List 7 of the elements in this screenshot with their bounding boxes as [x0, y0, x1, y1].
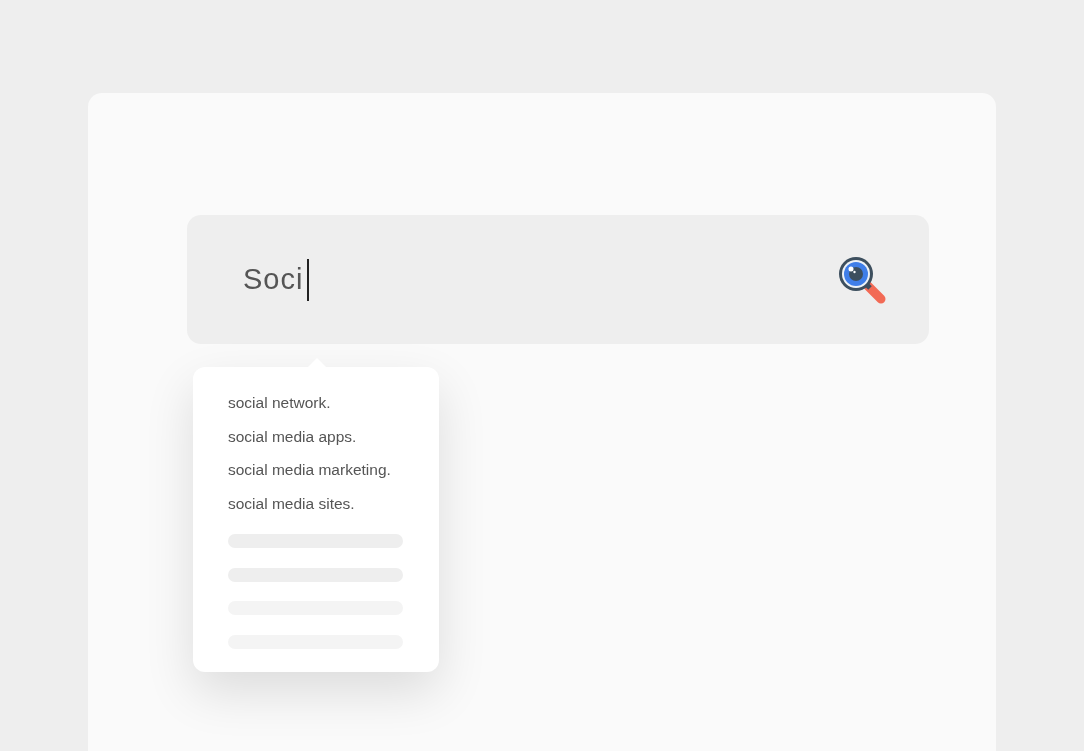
search-icon[interactable]: [837, 254, 887, 305]
suggestion-item[interactable]: social network.: [228, 391, 439, 425]
search-field[interactable]: Soci: [187, 215, 929, 344]
suggestion-item[interactable]: social media apps.: [228, 424, 439, 458]
suggestion-item[interactable]: social media sites.: [228, 491, 439, 525]
suggestion-item[interactable]: social media marketing.: [228, 458, 439, 492]
search-text: Soci: [243, 263, 304, 296]
